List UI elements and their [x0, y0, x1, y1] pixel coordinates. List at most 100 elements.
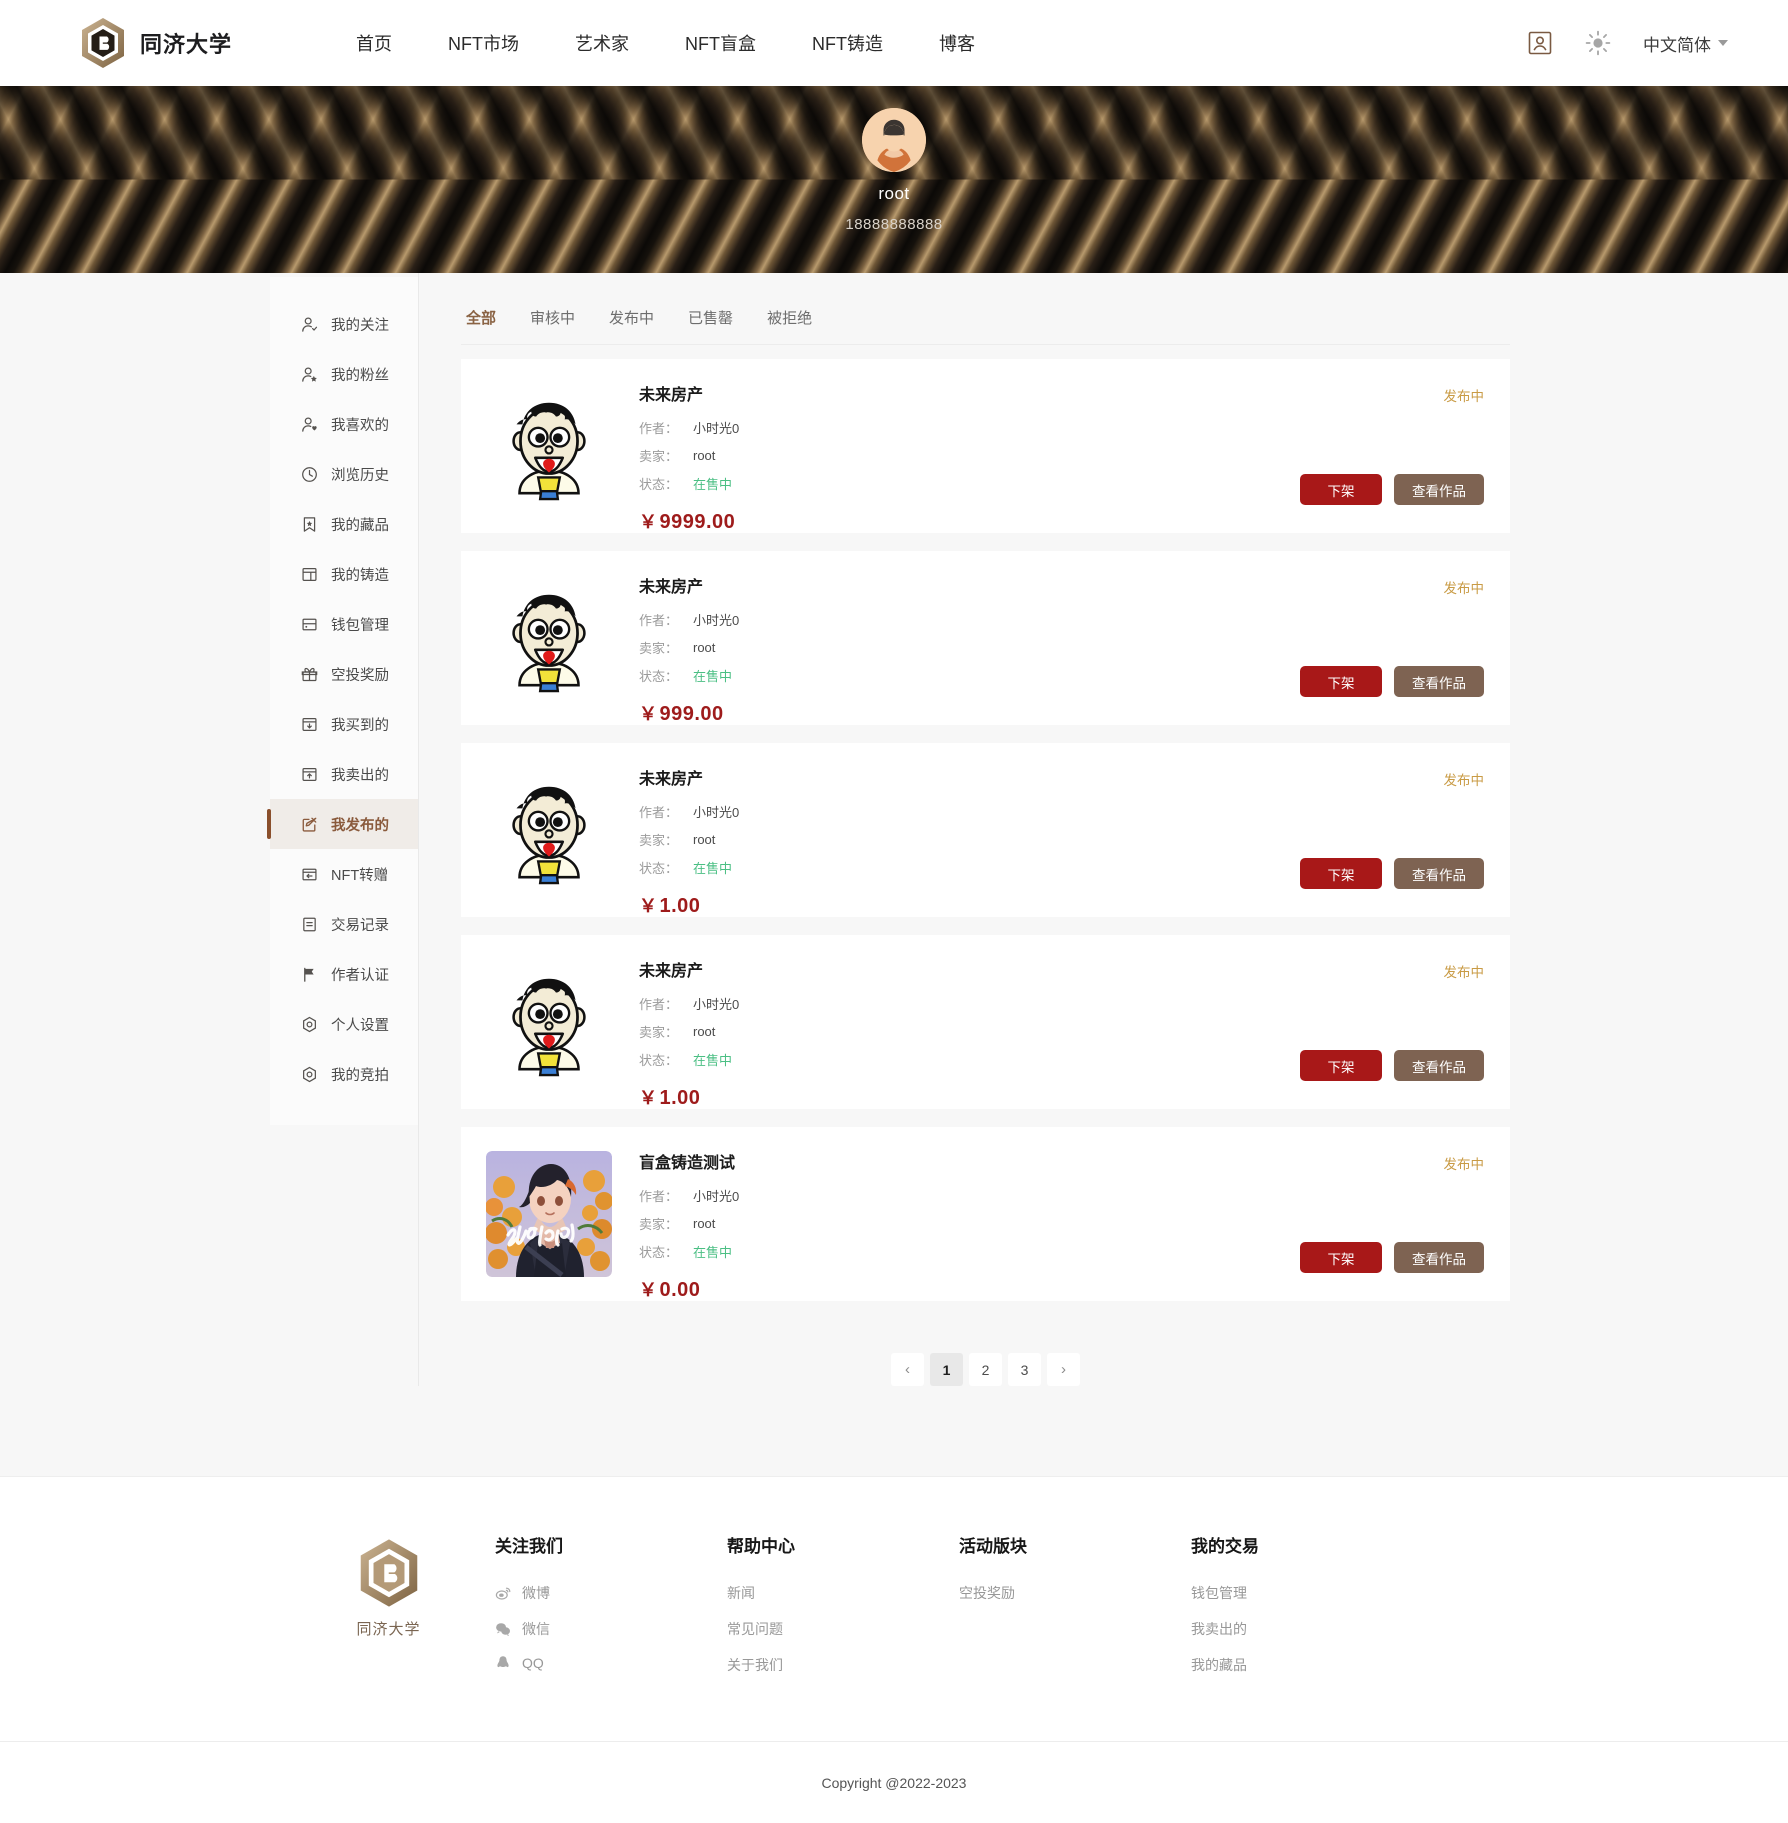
sidebar-item-bought[interactable]: 我买到的	[270, 699, 418, 749]
seller-value: root	[693, 1216, 716, 1231]
nft-thumbnail[interactable]	[479, 551, 619, 725]
sidebar-item-label: 我买到的	[331, 717, 389, 734]
tab-soldout[interactable]: 已售罄	[671, 307, 750, 328]
sidebar-item-liked[interactable]: 我喜欢的	[270, 399, 418, 449]
footer-link-qq[interactable]: QQ	[495, 1655, 727, 1671]
state-value: 在售中	[693, 477, 733, 492]
view-work-button[interactable]: 查看作品	[1394, 474, 1484, 505]
wechat-icon	[496, 1623, 510, 1636]
weibo-icon	[495, 1587, 511, 1600]
nft-card[interactable]: 盲盒铸造测试 作者： 小时光0 卖家： root 状态： 在售中 ￥ 0.00 …	[461, 1127, 1510, 1301]
nft-thumbnail[interactable]	[479, 743, 619, 917]
language-label: 中文简体	[1643, 35, 1711, 55]
author-value: 小时光0	[693, 805, 740, 820]
footer-link-wechat[interactable]: 微信	[495, 1619, 727, 1639]
tab-publishing[interactable]: 发布中	[592, 307, 671, 328]
sidebar-item-sold[interactable]: 我卖出的	[270, 749, 418, 799]
tab-all[interactable]: 全部	[461, 307, 513, 328]
nft-thumbnail[interactable]	[479, 359, 619, 533]
sidebar-item-wallet[interactable]: 钱包管理	[270, 599, 418, 649]
nft-state-row: 状态： 在售中	[639, 474, 1234, 493]
tab-rejected[interactable]: 被拒绝	[750, 307, 829, 328]
sidebar-item-published[interactable]: 我发布的	[267, 799, 418, 849]
footer-column-help: 帮助中心 新闻 常见问题 关于我们	[727, 1532, 959, 1691]
nav-item-mint[interactable]: NFT铸造	[784, 30, 911, 56]
avatar[interactable]	[862, 108, 926, 172]
nft-thumbnail[interactable]	[479, 1127, 619, 1301]
sidebar-item-fans[interactable]: 我的粉丝	[270, 349, 418, 399]
user-card-icon[interactable]	[1527, 30, 1553, 56]
sidebar-item-collection[interactable]: 我的藏品	[270, 499, 418, 549]
view-work-button[interactable]: 查看作品	[1394, 666, 1484, 697]
footer-link-label: 空投奖励	[959, 1585, 1015, 1601]
nav-item-home[interactable]: 首页	[328, 30, 420, 56]
nft-card[interactable]: 未来房产 作者： 小时光0 卖家： root 状态： 在售中	[461, 743, 1510, 917]
page-button-1[interactable]: 1	[930, 1353, 963, 1386]
state-label: 状态：	[639, 477, 679, 492]
footer-link-weibo[interactable]: 微博	[495, 1583, 727, 1603]
status-badge: 发布中	[1443, 389, 1485, 404]
sidebar-item-transactions[interactable]: 交易记录	[270, 899, 418, 949]
view-work-button[interactable]: 查看作品	[1394, 858, 1484, 889]
author-value: 小时光0	[693, 613, 740, 628]
delist-button[interactable]: 下架	[1300, 1242, 1382, 1273]
nft-state-row: 状态： 在售中	[639, 666, 1234, 685]
sidebar-item-settings[interactable]: 个人设置	[270, 999, 418, 1049]
nav-item-market[interactable]: NFT市场	[420, 30, 547, 56]
nft-state-row: 状态： 在售中	[639, 1050, 1234, 1069]
tab-reviewing[interactable]: 审核中	[513, 307, 592, 328]
price-value: 1.00	[659, 895, 701, 917]
language-selector[interactable]: 中文简体	[1643, 31, 1728, 56]
sidebar-item-label: 我的藏品	[331, 517, 389, 534]
footer-link-sold[interactable]: 我卖出的	[1191, 1619, 1423, 1639]
seller-label: 卖家：	[639, 641, 679, 656]
header-actions: 中文简体	[1527, 30, 1728, 56]
chevron-right-icon[interactable]: ›	[1047, 1353, 1080, 1386]
nft-price: ￥ 0.00	[639, 1276, 1234, 1302]
delist-button[interactable]: 下架	[1300, 666, 1382, 697]
footer-link-wallet[interactable]: 钱包管理	[1191, 1583, 1423, 1603]
sidebar-item-minting[interactable]: 我的铸造	[270, 549, 418, 599]
sidebar-item-label: 交易记录	[331, 917, 389, 934]
nft-thumbnail[interactable]	[479, 935, 619, 1109]
view-work-button[interactable]: 查看作品	[1394, 1050, 1484, 1081]
brand-name: 同济大学	[140, 32, 233, 57]
delist-button[interactable]: 下架	[1300, 474, 1382, 505]
footer-link-faq[interactable]: 常见问题	[727, 1619, 959, 1639]
footer-link-about[interactable]: 关于我们	[727, 1655, 959, 1675]
nft-author-row: 作者： 小时光0	[639, 802, 1234, 821]
sidebar-item-following[interactable]: 我的关注	[270, 299, 418, 349]
footer-link-airdrop[interactable]: 空投奖励	[959, 1583, 1191, 1603]
footer-column-title: 活动版块	[959, 1537, 1027, 1556]
view-work-button[interactable]: 查看作品	[1394, 1242, 1484, 1273]
delist-button[interactable]: 下架	[1300, 858, 1382, 889]
nav-item-blindbox[interactable]: NFT盲盒	[657, 30, 784, 56]
footer-link-collection[interactable]: 我的藏品	[1191, 1655, 1423, 1675]
sun-icon[interactable]	[1585, 30, 1611, 56]
sidebar-item-author-verify[interactable]: 作者认证	[270, 949, 418, 999]
nft-card[interactable]: 未来房产 作者： 小时光0 卖家： root 状态： 在售中	[461, 359, 1510, 533]
chevron-left-icon[interactable]: ‹	[891, 1353, 924, 1386]
state-value: 在售中	[693, 1053, 733, 1068]
cartoon-boy-icon	[490, 963, 608, 1081]
nft-card[interactable]: 未来房产 作者： 小时光0 卖家： root 状态： 在售中	[461, 551, 1510, 725]
content-panel: 全部 审核中 发布中 已售罄 被拒绝 未来房产 作者： 小时光0 卖家： roo…	[418, 273, 1518, 1386]
nav-item-blog[interactable]: 博客	[911, 30, 1003, 56]
sidebar-item-transfer[interactable]: NFT转赠	[270, 849, 418, 899]
page-button-3[interactable]: 3	[1008, 1353, 1041, 1386]
author-value: 小时光0	[693, 421, 740, 436]
sidebar-item-auctions[interactable]: 我的竞拍	[270, 1049, 418, 1099]
footer-link-news[interactable]: 新闻	[727, 1583, 959, 1603]
nft-card[interactable]: 未来房产 作者： 小时光0 卖家： root 状态： 在售中	[461, 935, 1510, 1109]
currency-symbol: ￥	[639, 704, 658, 724]
sidebar-item-airdrop[interactable]: 空投奖励	[270, 649, 418, 699]
nav-item-artists[interactable]: 艺术家	[547, 30, 657, 56]
sidebar-item-history[interactable]: 浏览历史	[270, 449, 418, 499]
page-button-2[interactable]: 2	[969, 1353, 1002, 1386]
user-sidebar: 我的关注 我的粉丝 我喜欢的 浏览历史 我的藏品 我的铸造 钱包管理 空投奖励 …	[267, 277, 418, 1125]
delist-button[interactable]: 下架	[1300, 1050, 1382, 1081]
price-value: 999.00	[659, 703, 724, 725]
sidebar-item-label: 钱包管理	[331, 617, 389, 634]
brand[interactable]: 同济大学	[80, 17, 232, 69]
nft-title: 未来房产	[639, 963, 704, 980]
